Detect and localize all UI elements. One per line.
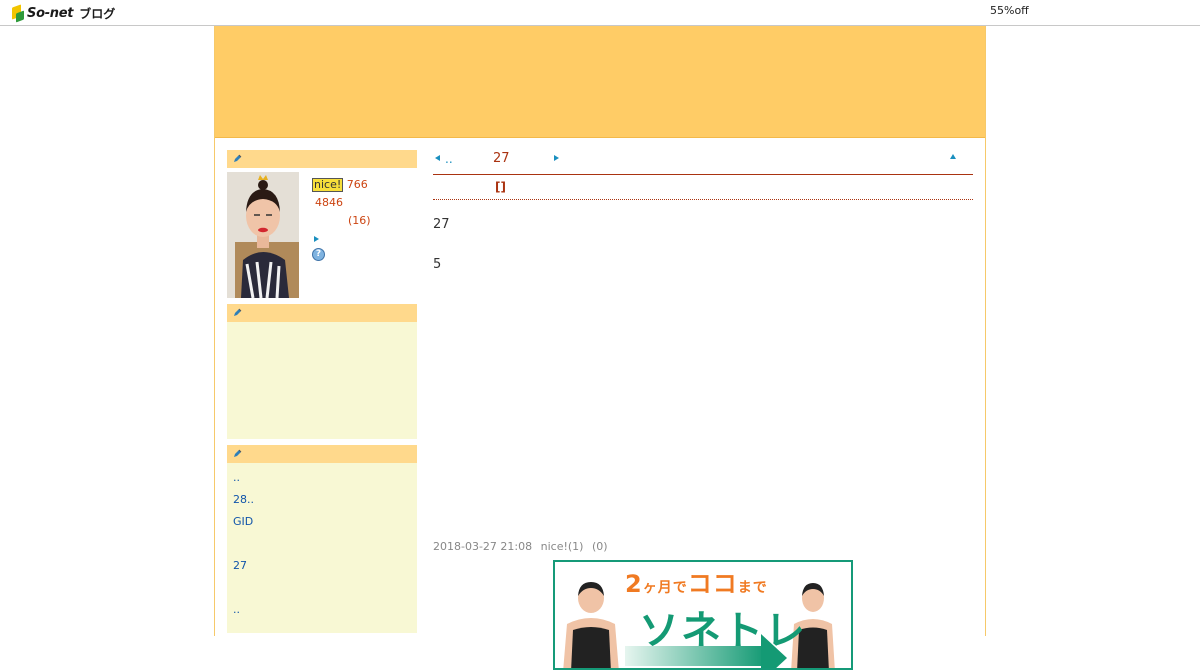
sidebar-section-header [227,304,417,322]
article-paragraph: 5 [433,257,442,272]
article: .. 27 [] 27 5 2018-03-27 21:08 nice!(1) … [433,150,973,670]
ad-arrow-shape [625,646,765,666]
sidebar-widget-box [227,322,417,439]
nice-count: 766 [346,178,368,191]
ad-banner[interactable]: 2ヶ月でココまで ソネトレ [553,560,853,670]
ad-headline: 2ヶ月でココまで [625,564,768,599]
recent-article-link[interactable] [233,577,411,599]
sidebar-profile-header [227,150,417,168]
ad-headline-tail: まで [737,580,768,596]
blog-frame: nice! 766 4846 (16) ? .. 28.. GID 27 .. [214,26,986,670]
blog-banner [215,26,985,138]
recent-article-link[interactable] [233,533,411,555]
ad-headline-number: 2 [625,570,643,598]
article-nav: .. 27 [433,150,973,175]
logo-text: So-net [27,5,74,21]
profile-stats: nice! 766 4846 (16) [312,176,371,248]
recent-article-link[interactable]: 28.. [233,489,411,511]
article-datetime: 2018-03-27 21:08 [433,540,533,553]
site-header: So-net ブログ 55%off [0,0,1200,26]
pen-icon [234,308,242,316]
avatar[interactable] [227,172,299,298]
recent-article-link[interactable]: .. [233,599,411,621]
recent-article-link[interactable]: GID [233,511,411,533]
profile-count-3[interactable]: (16) [348,214,371,227]
pen-icon [234,154,242,162]
nice-badge: nice! [312,178,344,192]
article-paragraph: 27 [433,217,450,232]
promo-link[interactable]: 55%off [990,4,1029,17]
so-net-blog-logo[interactable]: So-net ブログ [12,3,116,22]
recent-articles-list: .. 28.. GID 27 .. [227,463,417,621]
article-title: 27 [493,151,510,166]
so-net-logo-icon [12,3,25,22]
logo-subtitle: ブログ [79,6,116,21]
help-icon[interactable]: ? [312,248,325,261]
avatar-photo [227,172,299,298]
article-category[interactable]: [] [495,180,506,194]
ad-headline-highlight: ココ [687,570,738,598]
ad-person-before-image [563,582,619,668]
sidebar: nice! 766 4846 (16) ? .. 28.. GID 27 .. [227,150,417,633]
top-arrow-icon[interactable] [950,154,956,159]
profile-section: nice! 766 4846 (16) ? [227,168,417,304]
prev-article-icon[interactable] [435,155,440,161]
recent-article-link[interactable]: 27 [233,555,411,577]
profile-count-2: 4846 [315,196,343,209]
article-nice-link[interactable]: nice!(1) [541,540,584,553]
ad-arrow-icon [761,634,787,668]
prev-article-link[interactable]: .. [445,152,453,166]
article-category-row: [] [433,175,973,200]
article-meta: 2018-03-27 21:08 nice!(1) (0) [433,540,613,553]
ad-headline-text: ヶ月で [642,580,688,596]
pen-icon [234,449,242,457]
next-article-icon[interactable] [554,155,559,161]
sidebar-recent-header [227,445,417,463]
recent-article-link[interactable]: .. [233,467,411,489]
sidebar-recent-box: .. 28.. GID 27 .. [227,463,417,633]
play-arrow-icon[interactable] [314,236,319,242]
article-comments-link[interactable]: (0) [592,540,608,553]
